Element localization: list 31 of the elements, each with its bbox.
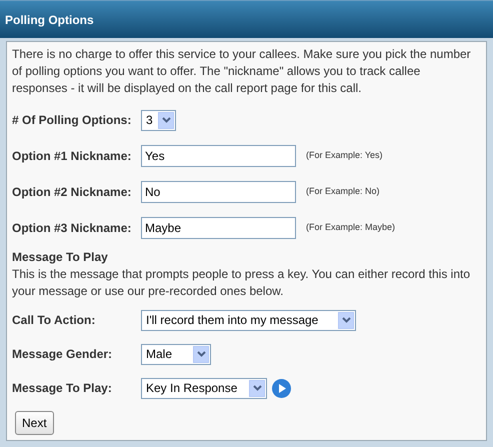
chevron-icon xyxy=(193,346,209,362)
next-button[interactable]: Next xyxy=(15,411,54,435)
field-label: Message To Play: xyxy=(12,380,113,397)
dropdown-value: 3 xyxy=(146,114,153,126)
nickname-field[interactable]: Yes xyxy=(141,145,296,167)
section-description: This is the message that prompts people to press a key. You can either record this into your message or use our pre-recorded ones below. xyxy=(12,266,472,300)
nickname-field[interactable]: Maybe xyxy=(141,217,296,239)
field-label: Call To Action: xyxy=(12,312,96,329)
dropdown-value: Key In Response xyxy=(146,382,238,394)
chevron-icon xyxy=(158,112,174,128)
dropdown[interactable]: 3 xyxy=(141,110,176,130)
example-hint: (For Example: Maybe) xyxy=(306,221,396,234)
dropdown[interactable]: Male xyxy=(141,344,211,364)
example-hint: (For Example: Yes) xyxy=(306,149,383,162)
dropdown-value: I'll record them into my message xyxy=(146,314,318,326)
dropdown[interactable]: I'll record them into my message xyxy=(141,310,356,330)
example-hint: (For Example: No) xyxy=(306,185,380,198)
field-label: Message Gender: xyxy=(12,346,114,363)
dropdown-value: Male xyxy=(146,348,172,360)
field-label: Option #1 Nickname: xyxy=(12,148,132,165)
intro-text: There is no charge to offer this service to your callees. Make sure you pick the number of polling options you want to offer. The "nickname" allows you to track callee responses - it will be displayed on the call report page for this call. xyxy=(12,46,472,97)
section-heading: Message To Play xyxy=(12,249,109,266)
dropdown[interactable]: Key In Response xyxy=(141,378,267,398)
field-label: Option #3 Nickname: xyxy=(12,220,132,237)
play-icon[interactable] xyxy=(272,378,291,398)
header-title: Polling Options xyxy=(5,12,94,28)
chevron-icon xyxy=(338,312,354,328)
field-label: Option #2 Nickname: xyxy=(12,184,132,201)
chevron-icon xyxy=(249,380,265,396)
nickname-field[interactable]: No xyxy=(141,181,296,203)
field-label: # Of Polling Options: xyxy=(12,112,132,129)
